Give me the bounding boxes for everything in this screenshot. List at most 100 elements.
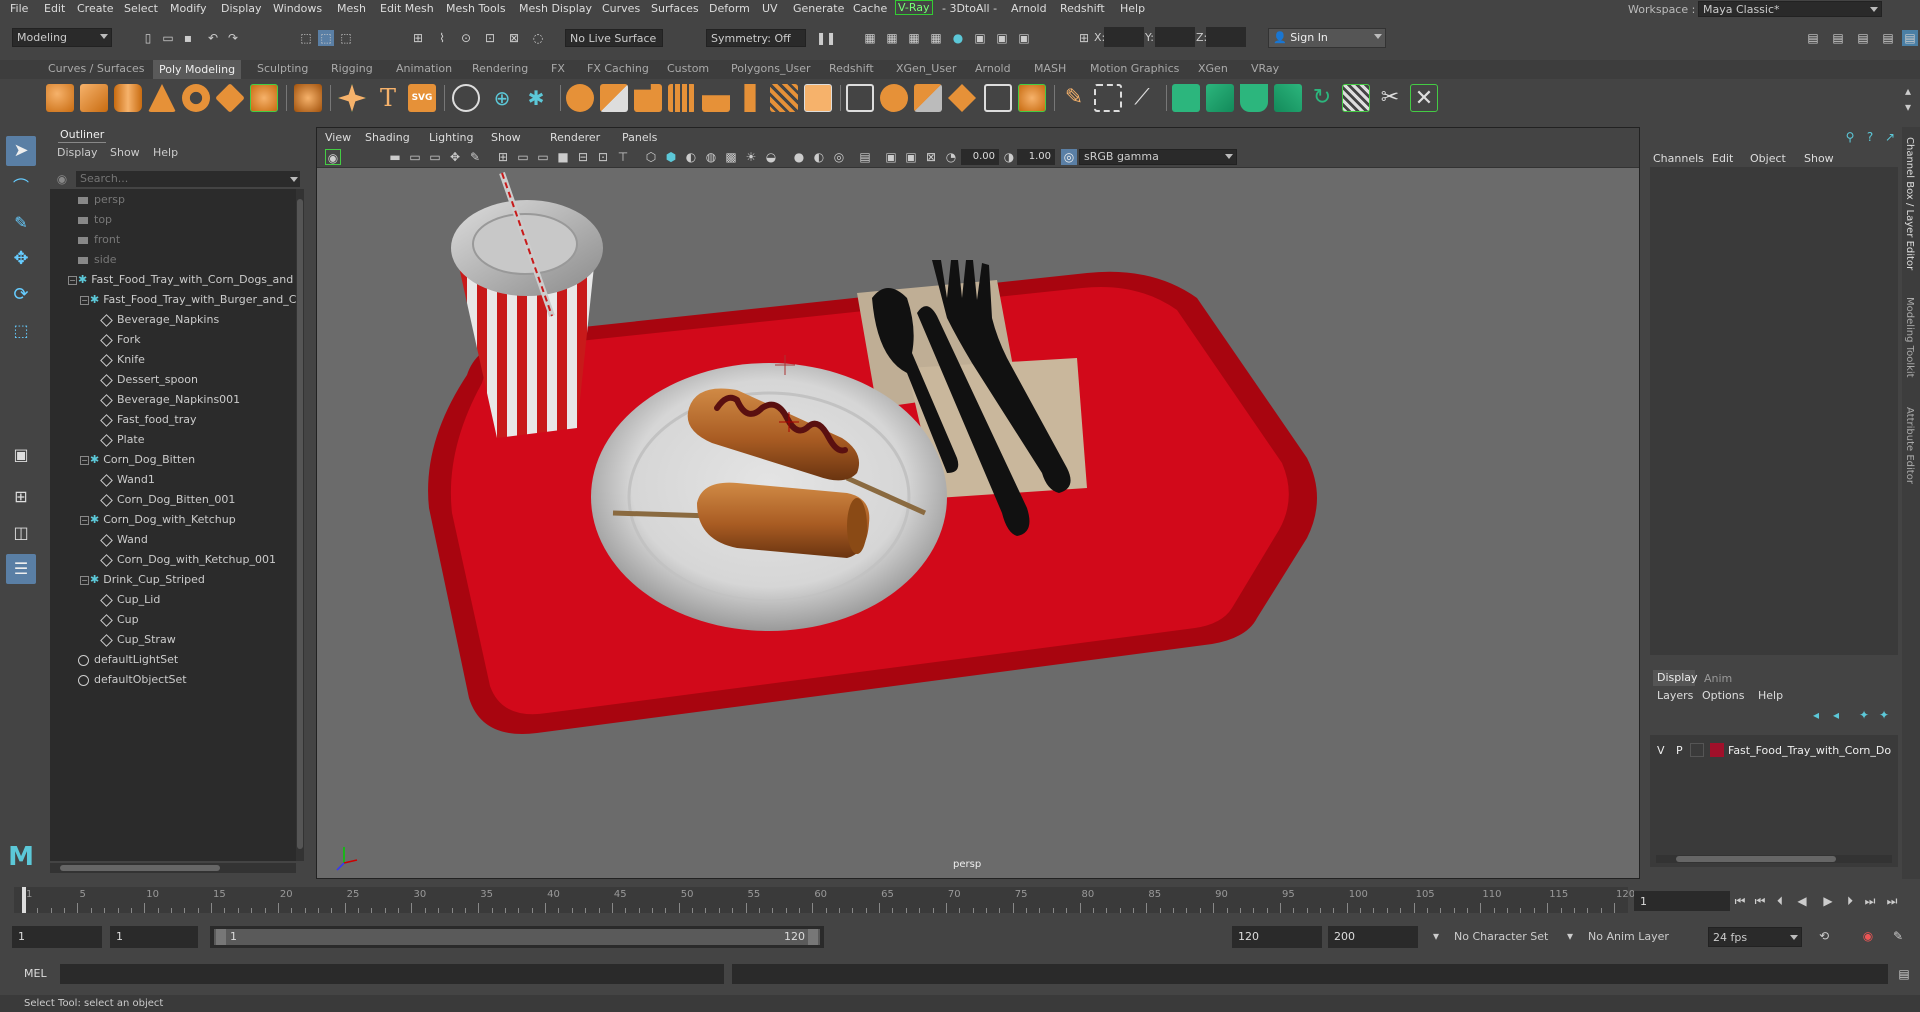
hypershade-icon[interactable]: ● [950, 30, 966, 46]
edge-loop-icon[interactable] [1094, 84, 1122, 112]
bevel-icon[interactable] [948, 84, 976, 112]
range-left-grip[interactable] [216, 929, 226, 945]
script-editor-icon[interactable]: ▤ [1896, 966, 1912, 982]
select-hierarchy-icon[interactable]: ⬚ [298, 30, 314, 46]
layer-name[interactable]: Fast_Food_Tray_with_Corn_Do [1728, 744, 1898, 757]
select-camera-icon[interactable]: ◉ [325, 149, 341, 165]
render-view-icon[interactable]: ▣ [1016, 30, 1032, 46]
tab-rigging[interactable]: Rigging [331, 62, 373, 75]
shelf-scroll-down-icon[interactable]: ▾ [1900, 99, 1916, 115]
tab-redshift[interactable]: Redshift [829, 62, 874, 75]
viewport-menu-view[interactable]: View [325, 131, 351, 144]
menu-mesh-tools[interactable]: Mesh Tools [446, 2, 506, 15]
outliner-item[interactable]: defaultObjectSet [78, 671, 187, 689]
tab-display[interactable]: Display [1653, 670, 1698, 686]
grid-toggle-icon[interactable]: ⊞ [495, 149, 511, 165]
sign-in-button[interactable]: 👤 Sign In [1268, 28, 1386, 48]
menu-deform[interactable]: Deform [709, 2, 750, 15]
outliner-item[interactable]: Cup [100, 611, 139, 629]
layer-visibility-toggle[interactable]: V [1657, 744, 1665, 757]
select-component-icon[interactable]: ⬚ [338, 30, 354, 46]
menu-display[interactable]: Display [221, 2, 262, 15]
use-all-lights-icon[interactable]: ☀ [743, 149, 759, 165]
outliner-item[interactable]: Plate [100, 431, 145, 449]
timeline-track[interactable]: 1 5 10 15 20 25 30 35 40 45 50 55 60 65 70 75 80 85 90 95 10… [14, 887, 1635, 913]
play-backward-icon[interactable]: ◀ [1794, 893, 1810, 909]
viewport-menu-show[interactable]: Show [491, 131, 521, 144]
x-coordinate-field[interactable] [1104, 27, 1144, 47]
rotate-tool-icon[interactable]: ⟳ [6, 280, 36, 310]
outliner-item[interactable]: Wand [100, 531, 148, 549]
paint-select-icon[interactable]: ✎ [6, 208, 36, 238]
motion-blur-icon[interactable]: ◐ [811, 149, 827, 165]
select-object-icon[interactable]: ⬚ [318, 30, 334, 46]
chevron-down-icon[interactable] [290, 177, 298, 182]
append-icon[interactable] [984, 84, 1012, 112]
layer-editor-icon[interactable]: ▤ [1902, 30, 1918, 46]
display-layer-row[interactable]: V P Fast_Food_Tray_with_Corn_Do [1650, 741, 1898, 761]
expand-collapse-icon[interactable]: − [68, 276, 77, 285]
poly-cylinder-icon[interactable] [114, 84, 142, 112]
resolution-gate-icon[interactable]: ▭ [535, 149, 551, 165]
play-forward-icon[interactable]: ▶ [1820, 893, 1836, 909]
tab-xgen-user[interactable]: XGen_User [896, 62, 956, 75]
mirror-icon[interactable] [804, 84, 832, 112]
snap-grid-icon[interactable]: ⊞ [410, 30, 426, 46]
step-forward-key-icon[interactable]: ⏭ [1862, 893, 1878, 909]
anti-aliasing-icon[interactable]: ◎ [831, 149, 847, 165]
animation-end-field[interactable]: 200 [1328, 926, 1418, 948]
render-region-icon[interactable]: ▦ [862, 30, 878, 46]
type-tool-icon[interactable]: T [374, 84, 402, 112]
shadows-icon[interactable]: ◒ [763, 149, 779, 165]
outliner-item[interactable]: Cup_Straw [100, 631, 176, 649]
menu-help[interactable]: Help [1120, 2, 1145, 15]
layer-hscroll-thumb[interactable] [1676, 856, 1836, 862]
gate-mask-icon[interactable]: ■ [555, 149, 571, 165]
layer-playback-toggle[interactable]: P [1676, 744, 1683, 757]
expand-collapse-icon[interactable]: − [80, 576, 89, 585]
outliner-item[interactable]: Corn_Dog_Bitten_001 [100, 491, 235, 509]
exposure-field[interactable]: 0.00 [961, 149, 999, 165]
default-material-icon[interactable]: ◐ [683, 149, 699, 165]
outliner-scrollbar[interactable] [296, 189, 304, 861]
tab-fx[interactable]: FX [551, 62, 565, 75]
outliner-item[interactable]: Beverage_Napkins001 [100, 391, 240, 409]
wand1[interactable] [612, 510, 713, 519]
separate-icon[interactable] [600, 84, 628, 112]
layer-color-swatch[interactable] [1710, 743, 1724, 757]
viewport-panel[interactable]: View Shading Lighting Show Renderer Pane… [316, 127, 1640, 879]
outliner-item[interactable]: − ✱ Drink_Cup_Striped [80, 571, 205, 589]
move-layer-down-icon[interactable]: ◂ [1828, 707, 1844, 723]
current-time-indicator[interactable] [22, 887, 26, 913]
tab-xgen[interactable]: XGen [1198, 62, 1228, 75]
y-coordinate-field[interactable] [1155, 27, 1195, 47]
safe-title-icon[interactable]: ⊤ [615, 149, 631, 165]
attribute-editor-icon[interactable]: ▤ [1830, 30, 1846, 46]
tab-channel-box-layer-editor[interactable]: Channel Box / Layer Editor [1904, 137, 1915, 270]
menu-mesh-display[interactable]: Mesh Display [519, 2, 592, 15]
super-shape-icon[interactable] [338, 84, 366, 112]
isolate-select-icon[interactable]: ▤ [857, 149, 873, 165]
outliner-search-input[interactable] [76, 171, 300, 187]
channel-menu-object[interactable]: Object [1750, 152, 1786, 165]
ipr-render-icon[interactable]: ▦ [906, 30, 922, 46]
outliner-item[interactable]: Wand1 [100, 471, 155, 489]
lattice-icon[interactable]: ✱ [522, 84, 550, 112]
unfold-icon[interactable]: ↻ [1308, 84, 1336, 112]
collapse-icon[interactable]: ↗ [1882, 129, 1898, 145]
outliner-item[interactable]: top [78, 211, 112, 229]
wireframe-on-shaded-icon[interactable]: ◍ [703, 149, 719, 165]
live-surface-field[interactable]: No Live Surface [565, 29, 663, 47]
playback-end-field[interactable]: 120 [1232, 926, 1322, 948]
menu-3dtoall[interactable]: - 3DtoAll - [942, 2, 997, 15]
platonic-solid-icon[interactable] [294, 84, 322, 112]
outliner-item[interactable]: Knife [100, 351, 145, 369]
color-management-icon[interactable]: ◎ [1061, 149, 1077, 165]
image-plane-icon[interactable]: ▭ [427, 149, 443, 165]
2d-pan-zoom-icon[interactable]: ✥ [447, 149, 463, 165]
channel-menu-edit[interactable]: Edit [1712, 152, 1733, 165]
modeling-toolkit-icon[interactable]: ▤ [1805, 30, 1821, 46]
anim-layer-dropdown[interactable]: No Anim Layer [1584, 926, 1684, 948]
expand-collapse-icon[interactable]: − [80, 516, 89, 525]
poly-disc-icon[interactable] [250, 84, 278, 112]
